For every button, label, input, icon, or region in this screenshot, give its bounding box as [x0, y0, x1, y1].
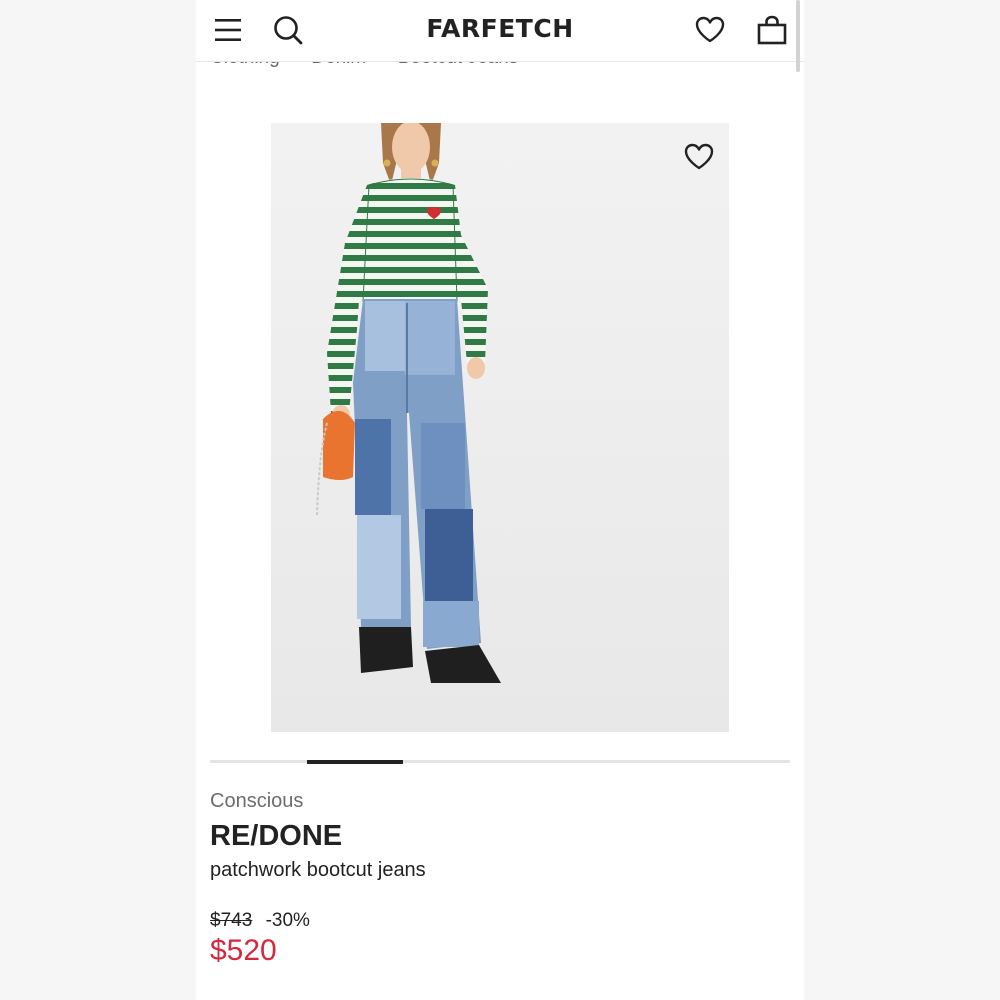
image-carousel-indicator[interactable] — [210, 759, 790, 764]
conscious-tag: Conscious — [210, 790, 304, 812]
brand-name[interactable]: RE/DONE — [210, 820, 342, 853]
favourite-heart-icon[interactable] — [683, 141, 715, 173]
shopping-bag-icon[interactable] — [756, 14, 788, 46]
product-name: patchwork bootcut jeans — [210, 859, 426, 881]
sale-price: $520 — [210, 934, 277, 967]
model-photo — [316, 123, 501, 683]
discount-label: -30% — [265, 910, 310, 931]
product-image[interactable] — [271, 123, 729, 732]
original-price: $743 — [210, 910, 253, 931]
page-scrollbar[interactable] — [796, 0, 800, 72]
top-nav-bar: FARFETCH — [196, 0, 804, 62]
carousel-active-indicator — [307, 759, 403, 764]
product-page: FARFETCH Clothing › Denim › Bootcut Jean… — [196, 0, 804, 1000]
price-row: $743 -30% — [210, 910, 310, 932]
wishlist-heart-icon[interactable] — [694, 14, 726, 46]
